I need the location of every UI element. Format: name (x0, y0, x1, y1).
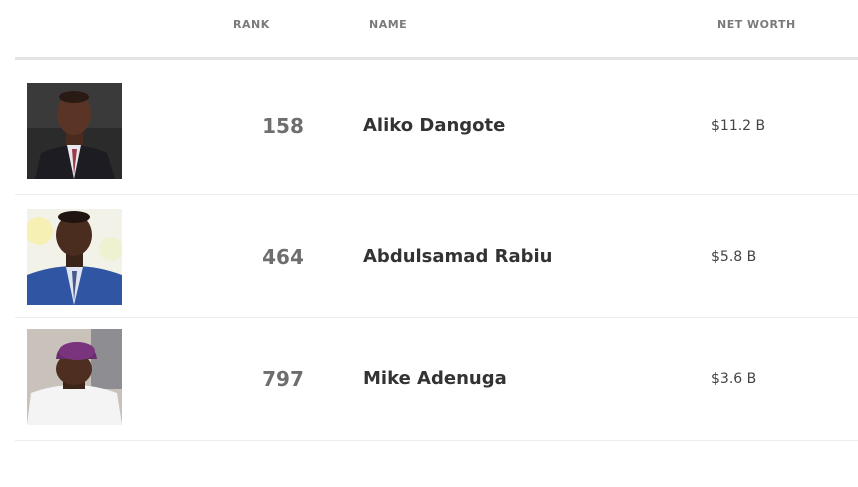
name-column-header[interactable]: NAME (369, 18, 407, 31)
net-worth-value: $11.2 B (711, 118, 766, 134)
table-header: RANK NAME NET WORTH (15, 0, 858, 60)
rank-value: 158 (262, 114, 304, 138)
rank-value: 464 (262, 245, 304, 269)
person-photo[interactable] (27, 83, 122, 179)
person-name[interactable]: Mike Adenuga (363, 368, 507, 389)
billionaires-table: RANK NAME NET WORTH 158 Aliko Dangote $1… (15, 0, 858, 441)
net-worth-value: $5.8 B (711, 249, 757, 265)
person-name[interactable]: Abdulsamad Rabiu (363, 246, 552, 267)
rank-column-header[interactable]: RANK (233, 18, 270, 31)
rank-value: 797 (262, 367, 304, 391)
person-name[interactable]: Aliko Dangote (363, 115, 505, 136)
net-worth-value: $3.6 B (711, 371, 757, 387)
table-row[interactable]: 158 Aliko Dangote $11.2 B (15, 60, 858, 195)
person-photo[interactable] (27, 209, 122, 305)
person-photo[interactable] (27, 329, 122, 425)
net-worth-column-header[interactable]: NET WORTH (717, 18, 796, 31)
table-row[interactable]: 464 Abdulsamad Rabiu $5.8 B (15, 195, 858, 318)
table-row[interactable]: 797 Mike Adenuga $3.6 B (15, 318, 858, 441)
